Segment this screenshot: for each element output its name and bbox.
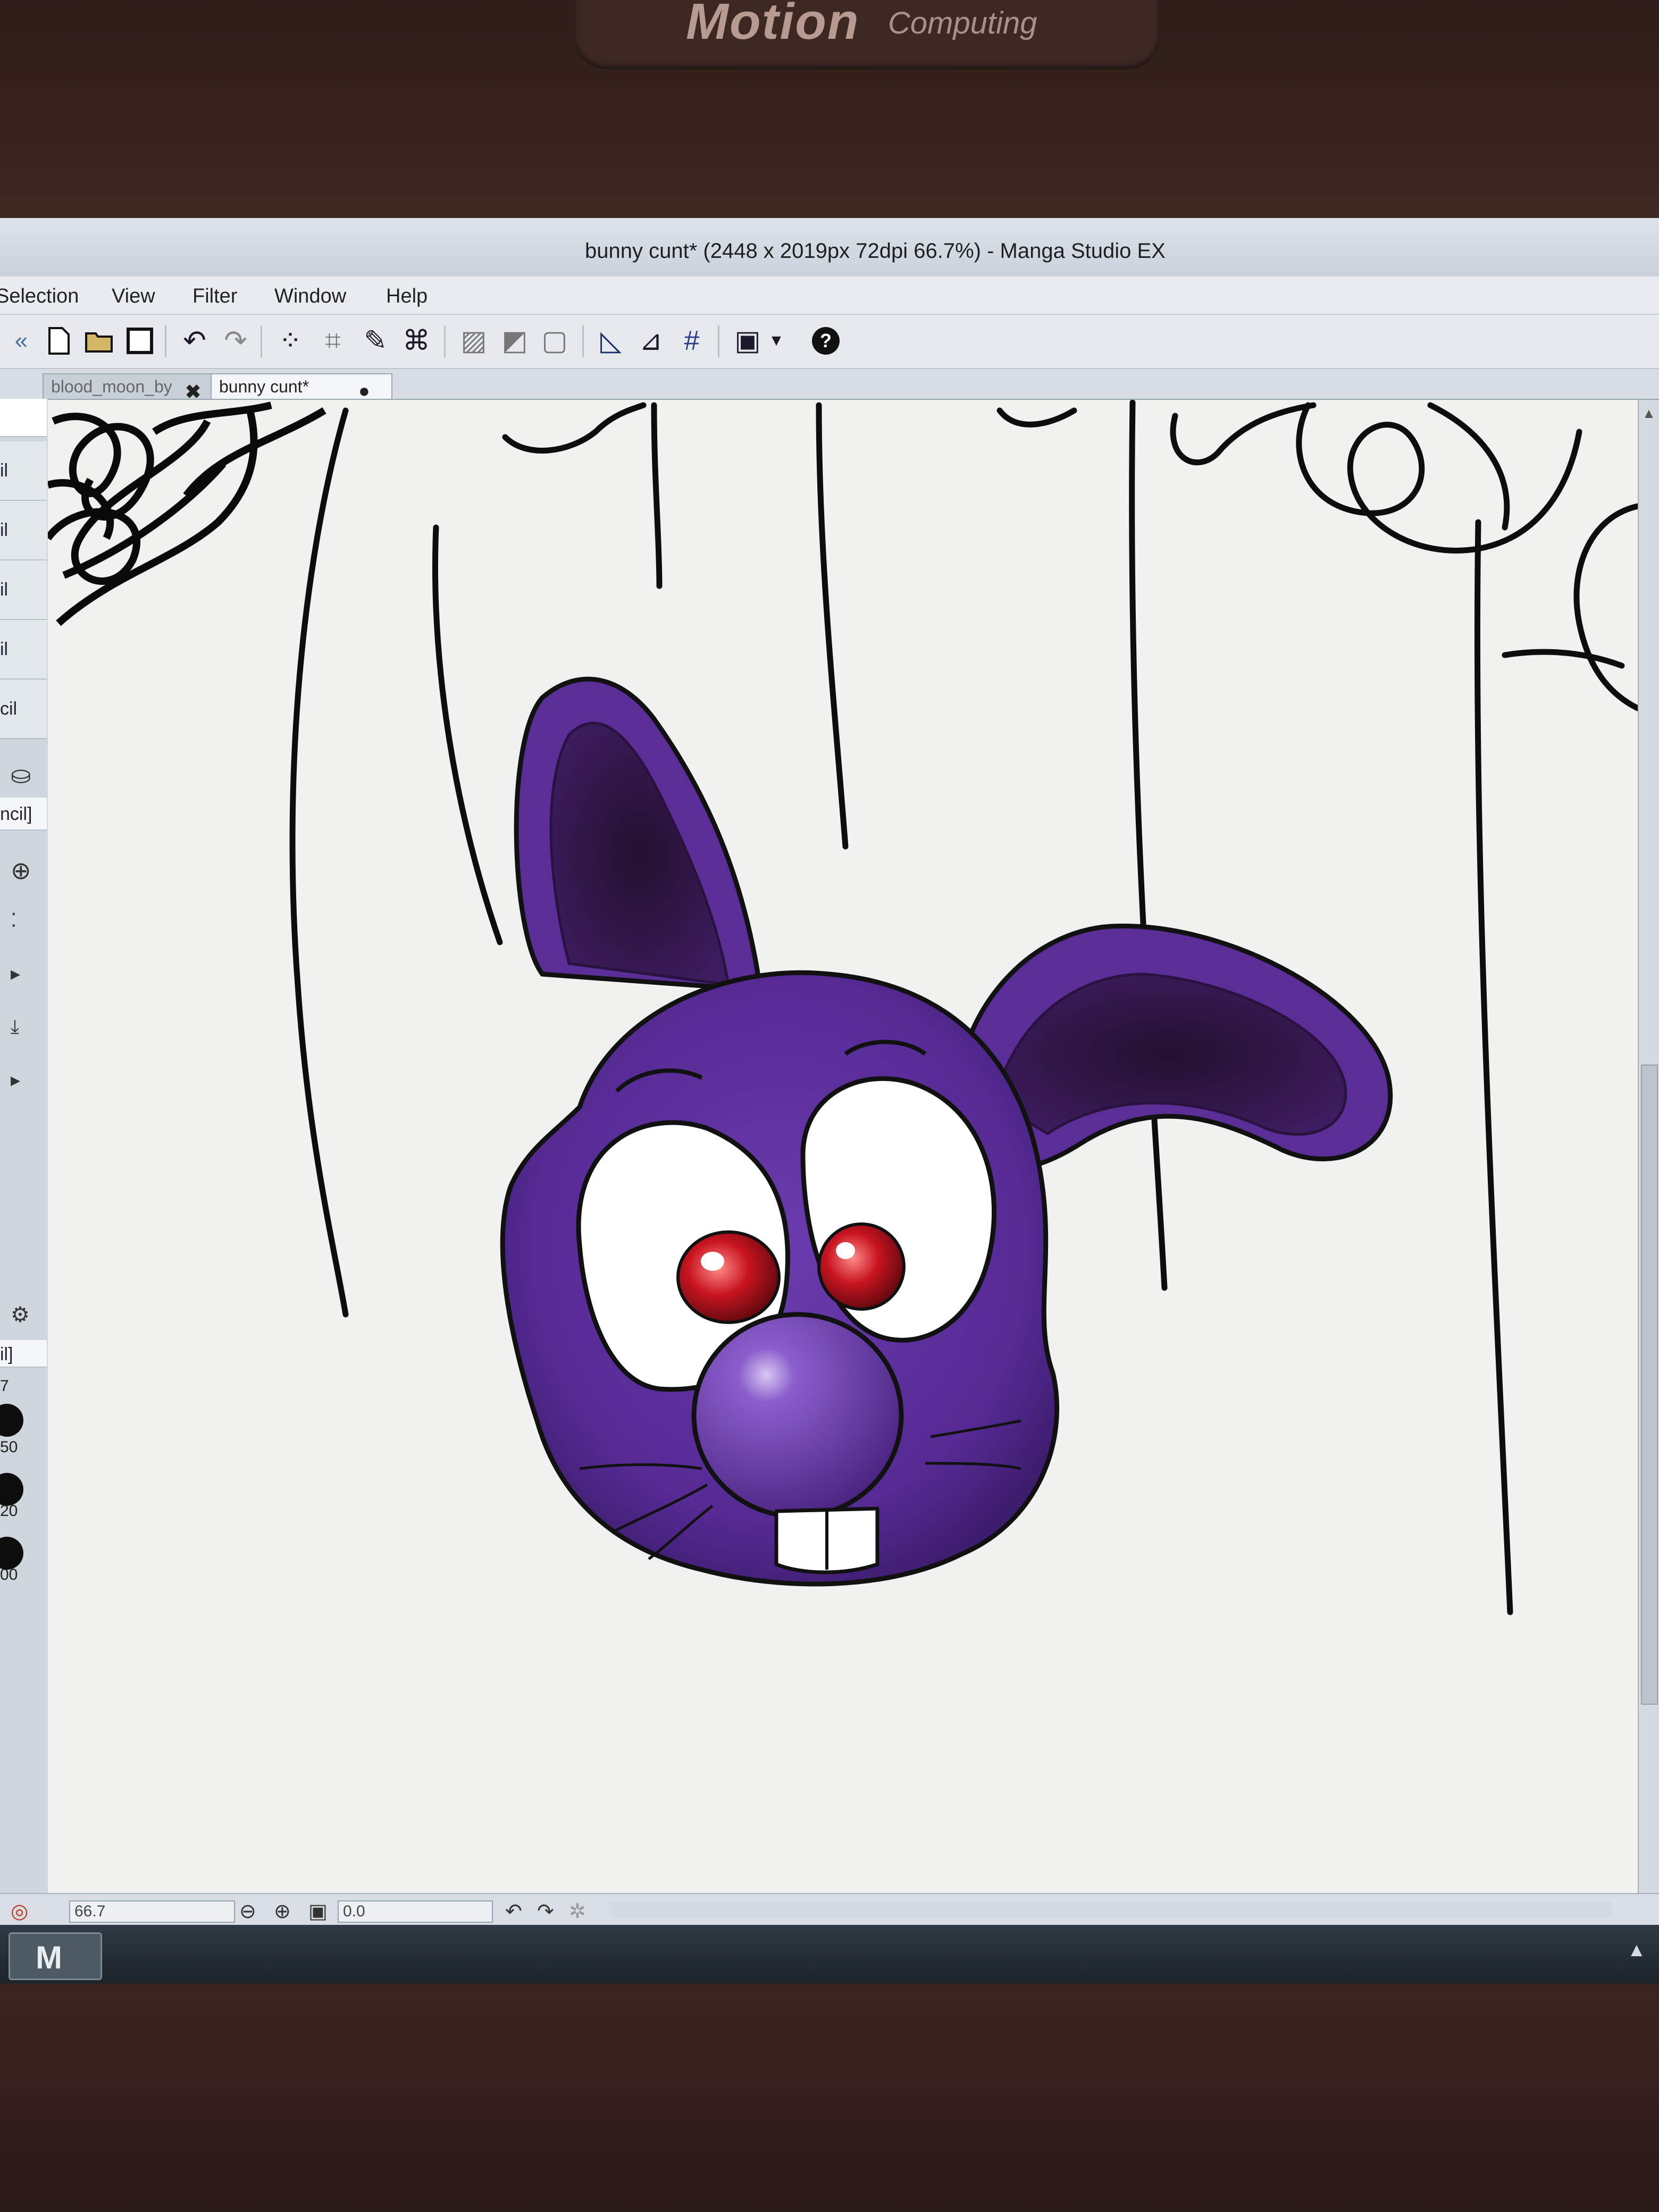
rotate-left-icon[interactable]: ↶ <box>505 1899 522 1923</box>
play-icon[interactable]: ▸ <box>11 962 20 985</box>
toolbar: « ↶ ↷ ⁘ ⌗ ✎ ⌘ ▨ ◩ ▢ ◺ ⊿ # ▣ ▼ ? <box>0 315 1659 369</box>
rotate-right-icon[interactable]: ↷ <box>537 1899 554 1923</box>
download-icon[interactable]: ⤓ <box>11 1016 19 1038</box>
rotation-field[interactable]: 0.0 <box>338 1900 493 1923</box>
frame-icon[interactable]: ▢ <box>538 324 571 357</box>
tray-arrow-icon[interactable]: ▲ <box>1627 1939 1646 1961</box>
brush-size-label: 7 <box>0 1377 9 1395</box>
palette-field[interactable] <box>0 399 47 437</box>
brush-size-label: 50 <box>0 1438 18 1456</box>
reset-rotation-icon[interactable]: ✲ <box>569 1899 586 1923</box>
dots-icon[interactable]: ⁚ <box>11 909 16 932</box>
menu-window[interactable]: Window <box>274 285 346 308</box>
brush-size-label: 00 <box>0 1566 18 1583</box>
brand-badge <box>574 0 1159 69</box>
taskbar: M ▲ <box>0 1925 1659 1983</box>
vertical-scrollbar[interactable]: ▲ <box>1638 400 1659 1942</box>
save-icon[interactable] <box>123 324 156 357</box>
menu-view[interactable]: View <box>112 285 155 308</box>
window-title: bunny cunt* (2448 x 2019px 72dpi 66.7%) … <box>585 239 1166 263</box>
scroll-thumb[interactable] <box>1641 1065 1658 1705</box>
play-icon[interactable]: ▸ <box>11 1069 20 1091</box>
fit-icon[interactable]: ▣ <box>308 1899 328 1923</box>
taskbar-app-button[interactable]: M <box>9 1932 102 1980</box>
tool-name-field: ncil] <box>0 798 47 831</box>
ruler-icon[interactable]: ◺ <box>594 324 627 357</box>
drawing-canvas[interactable] <box>48 400 1638 1942</box>
palette-item[interactable]: il <box>0 441 47 501</box>
tab-label: blood_moon_by <box>51 377 172 396</box>
document-tabs: blood_moon_by ✖ bunny cunt* ● <box>0 369 1659 403</box>
title-bar: bunny cunt* (2448 x 2019px 72dpi 66.7%) … <box>0 218 1659 278</box>
zoom-icon[interactable]: ⊕ <box>11 856 31 885</box>
zoom-out-icon[interactable]: ⊖ <box>239 1899 256 1923</box>
scribble-strokes <box>48 401 326 626</box>
brush-size-dot[interactable] <box>0 1473 23 1506</box>
pen-settings-icon[interactable]: ✎ <box>359 324 392 357</box>
screen-icon[interactable]: ▣ <box>731 324 764 357</box>
palette-item[interactable]: il <box>0 560 47 620</box>
tab-bunny[interactable]: bunny cunt* ● <box>211 373 392 401</box>
brand-logo: Motion <box>686 0 860 50</box>
menu-bar: Selection View Filter Window Help <box>0 276 1659 315</box>
menu-filter[interactable]: Filter <box>192 285 237 308</box>
svg-text:?: ? <box>820 330 832 351</box>
brush-size-label: 20 <box>0 1502 18 1520</box>
perspective-icon[interactable]: ⊿ <box>634 324 667 357</box>
palette-item[interactable]: cil <box>0 680 47 739</box>
redo-icon[interactable]: ↷ <box>219 324 252 357</box>
collapse-icon[interactable]: « <box>11 324 32 357</box>
snap-icon[interactable]: # <box>675 324 708 357</box>
tone-icon[interactable]: ◩ <box>498 324 531 357</box>
zoom-field[interactable]: 66.7 <box>69 1900 235 1923</box>
tab-blood-moon[interactable]: blood_moon_by ✖ <box>43 373 219 403</box>
status-bar: ◎ 66.7 ⊖ ⊕ ▣ 0.0 ↶ ↷ ✲ <box>0 1893 1659 1926</box>
bucket-icon[interactable]: ⛀ <box>11 760 31 789</box>
bunny-character <box>500 676 1393 1587</box>
horizontal-scrollbar[interactable] <box>611 1901 1611 1917</box>
transform-icon[interactable]: ⌘ <box>400 324 433 357</box>
dropdown-icon[interactable]: ▼ <box>766 324 787 357</box>
brush-name-field: il] <box>0 1340 47 1368</box>
grid-icon[interactable]: ▨ <box>457 324 490 357</box>
open-file-icon[interactable] <box>82 324 115 357</box>
wrench-icon[interactable]: ⚙ <box>11 1303 30 1327</box>
artwork <box>48 400 1638 1615</box>
tab-label: bunny cunt* <box>219 377 309 396</box>
palette-item[interactable]: il <box>0 620 47 680</box>
selection-icon[interactable]: ⁘ <box>274 324 307 357</box>
crop-icon[interactable]: ⌗ <box>316 324 349 357</box>
palette-item[interactable]: il <box>0 501 47 560</box>
brush-size-dot[interactable] <box>0 1404 23 1437</box>
menu-selection[interactable]: Selection <box>0 285 79 308</box>
brand-logo-sub: Computing <box>888 6 1037 40</box>
zoom-in-icon[interactable]: ⊕ <box>274 1899 291 1923</box>
screen: bunny cunt* (2448 x 2019px 72dpi 66.7%) … <box>0 218 1659 1983</box>
new-file-icon[interactable] <box>43 324 76 357</box>
undo-icon[interactable]: ↶ <box>178 324 211 357</box>
help-icon[interactable]: ? <box>809 324 842 357</box>
app-glyph: M <box>36 1940 62 1975</box>
tool-palette: il il il il cil ⛀ ncil] ⊕ ⁚ ▸ ⤓ ▸ ⚙ il] … <box>0 399 49 1983</box>
menu-help[interactable]: Help <box>386 285 428 308</box>
navigator-icon[interactable]: ◎ <box>11 1899 28 1923</box>
brush-size-dot[interactable] <box>0 1537 23 1570</box>
